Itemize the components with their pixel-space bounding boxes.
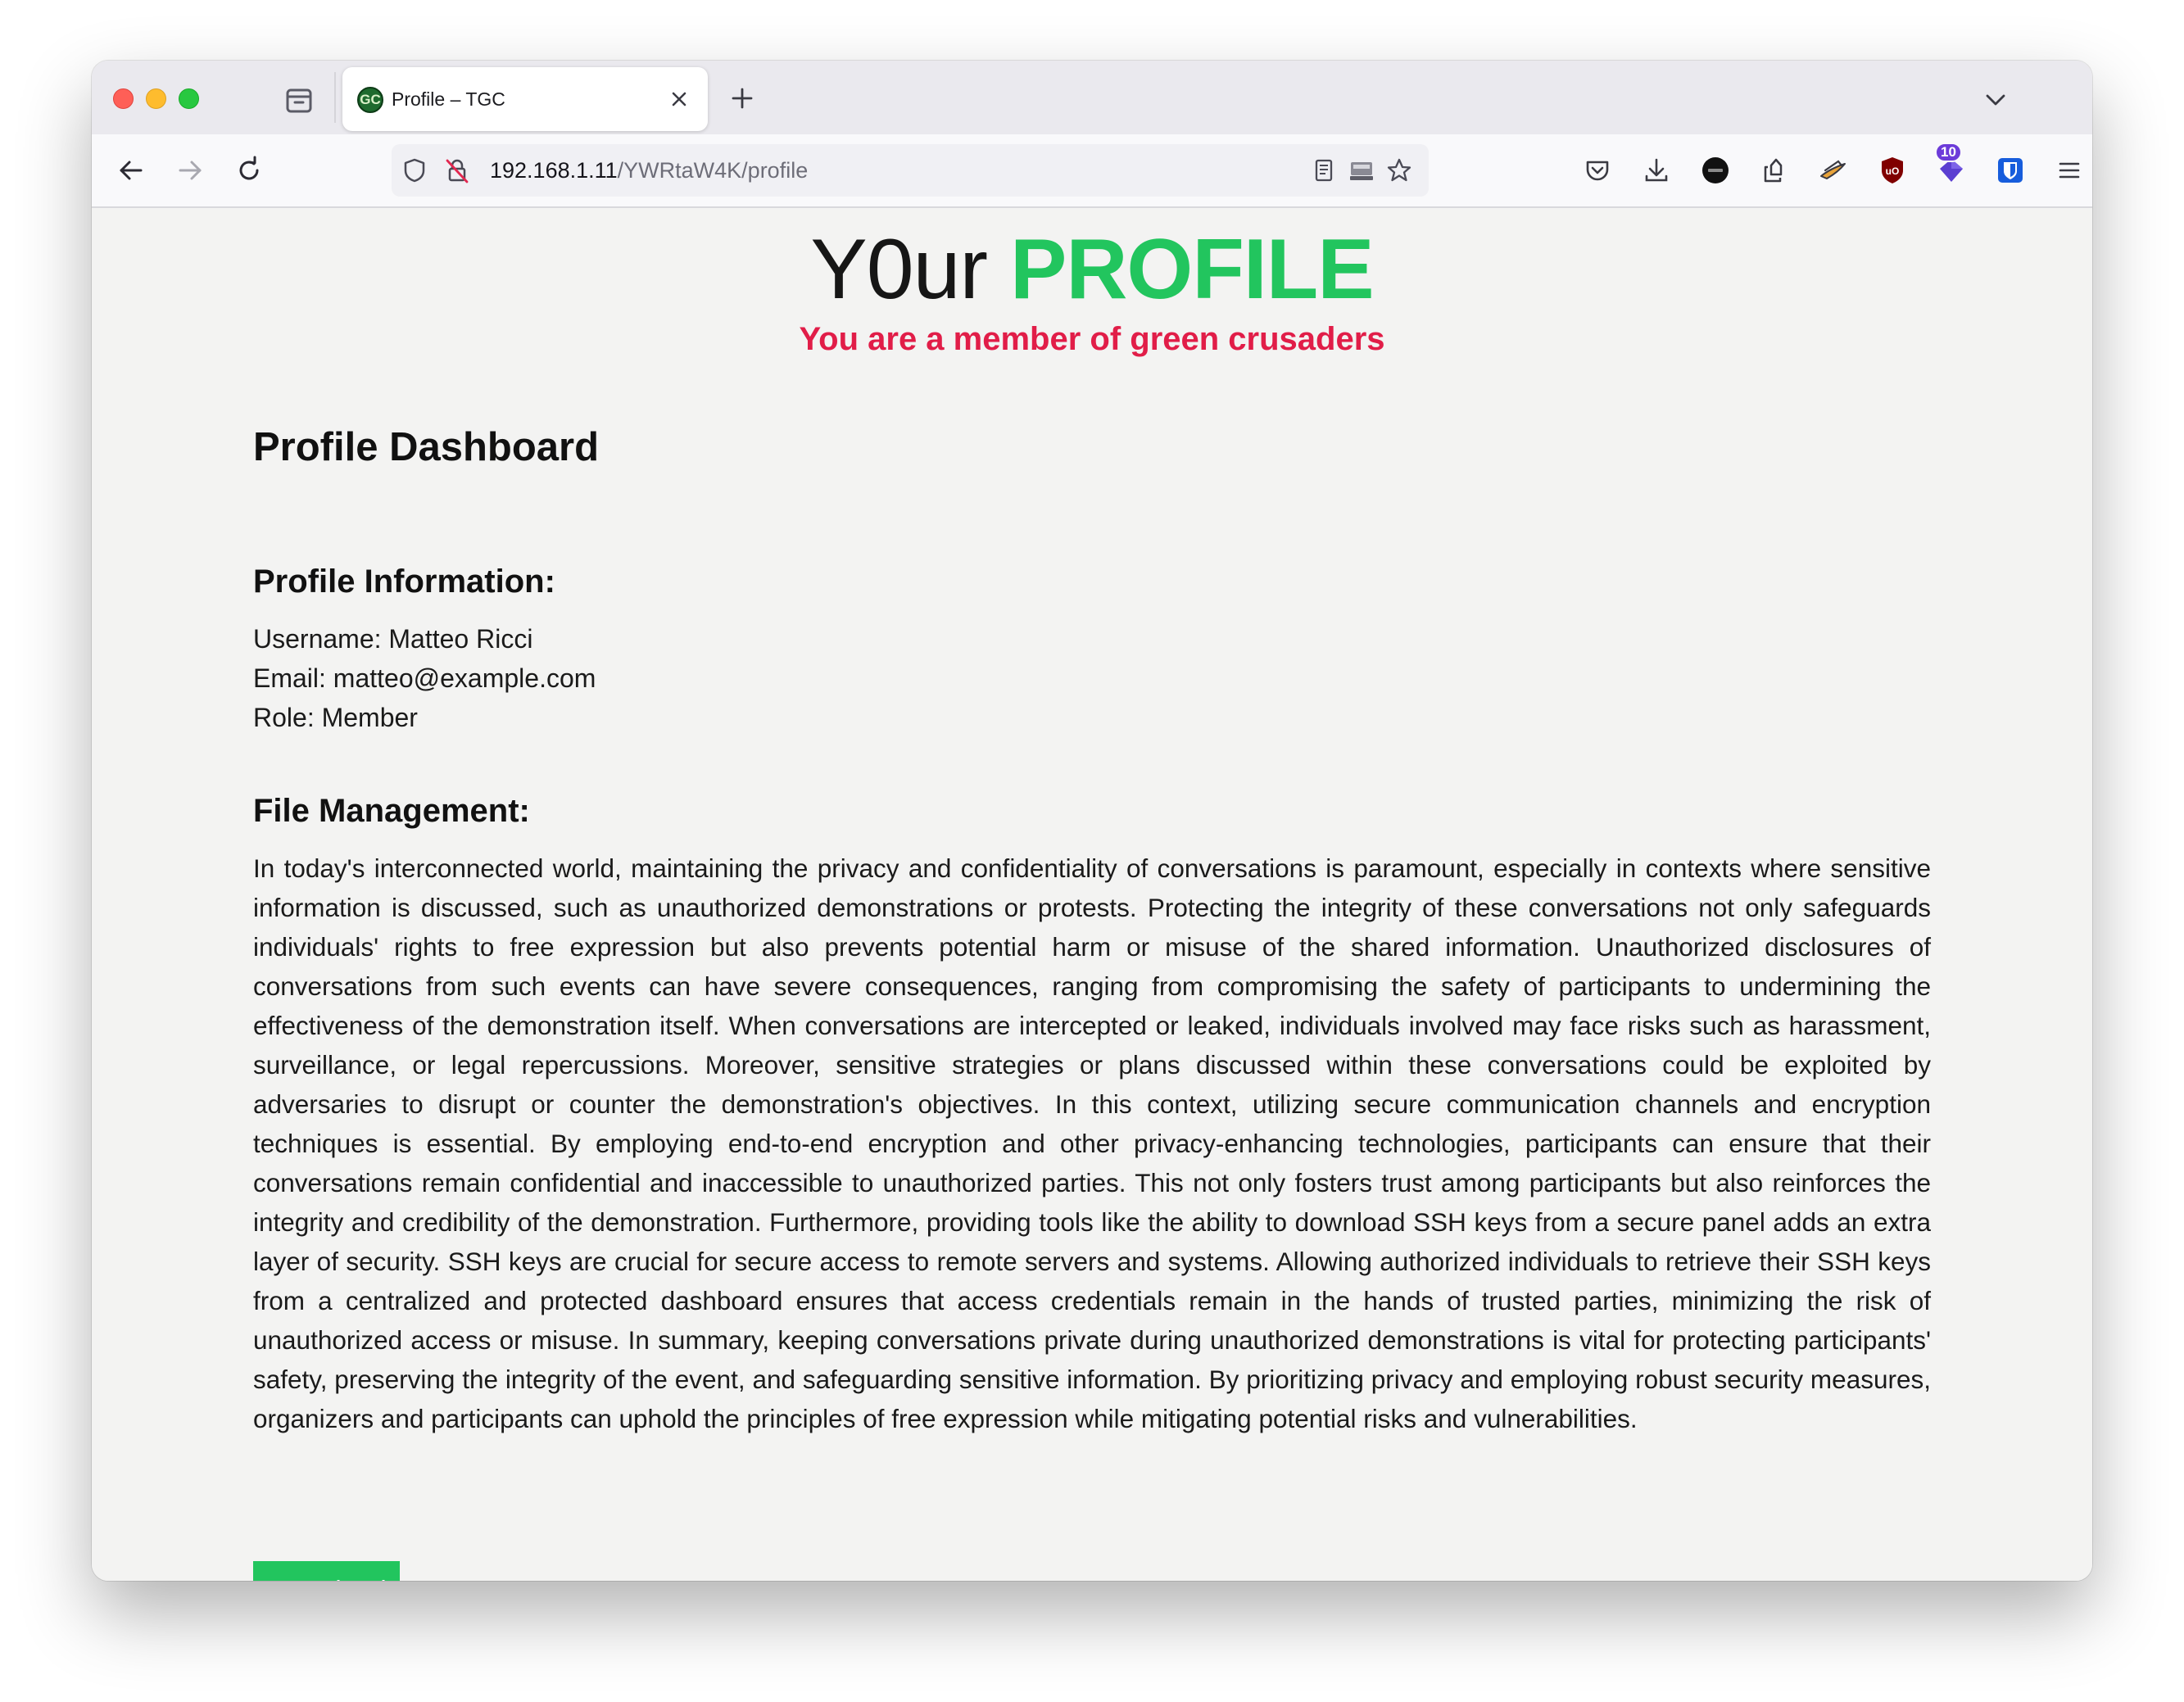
translate-page-icon[interactable]: [1347, 156, 1376, 185]
extension-badge: 10: [1935, 143, 1962, 162]
dashboard-title: Profile Dashboard: [253, 425, 600, 469]
bitwarden-icon[interactable]: [1994, 154, 2027, 187]
profile-info: Username: Matteo Ricci Email: matteo@exa…: [253, 619, 596, 737]
extension-dark-circle-icon[interactable]: [1699, 154, 1732, 187]
username-line: Username: Matteo Ricci: [253, 624, 533, 654]
new-tab-icon[interactable]: [727, 84, 757, 113]
site-favicon-icon: GC: [357, 87, 383, 113]
reload-icon[interactable]: [233, 154, 265, 187]
minimize-window-button[interactable]: [146, 88, 166, 109]
strip-separator: [334, 72, 336, 123]
pocket-icon[interactable]: [1581, 154, 1614, 187]
zoom-window-button[interactable]: [179, 88, 199, 109]
nav-toolbar: 192.168.1.11/YWRtaW4K/profile uO 10: [92, 134, 2092, 208]
file-management-heading: File Management:: [253, 793, 530, 829]
title-accent: PROFILE: [1009, 222, 1375, 317]
tab-manager-icon[interactable]: [282, 84, 316, 116]
role-line: Role: Member: [253, 703, 418, 732]
close-window-button[interactable]: [113, 88, 134, 109]
title-plain: Y0ur: [810, 222, 988, 317]
url-path: /YWRtaW4K/profile: [617, 158, 809, 183]
email-line: Email: matteo@example.com: [253, 663, 596, 693]
profile-info-heading: Profile Information:: [253, 564, 555, 600]
chevron-down-icon[interactable]: [1981, 85, 2010, 115]
bookmark-star-icon[interactable]: [1384, 156, 1414, 185]
page-title: Y0ur PROFILE: [92, 224, 2092, 315]
file-management-text: In today's interconnected world, maintai…: [253, 853, 1931, 1433]
close-tab-icon[interactable]: [665, 85, 693, 113]
browser-window: GC Profile – TGC 192.168.1.11/YWRtaW4K/p…: [92, 61, 2092, 1581]
back-arrow-icon[interactable]: [115, 154, 147, 187]
ublock-origin-icon[interactable]: uO: [1876, 154, 1909, 187]
url-bar[interactable]: 192.168.1.11/YWRtaW4K/profile: [392, 144, 1429, 197]
shield-icon[interactable]: [400, 156, 429, 185]
download-button[interactable]: Download: [253, 1561, 400, 1581]
forward-arrow-icon[interactable]: [174, 154, 206, 187]
reader-view-icon[interactable]: [1309, 156, 1339, 185]
page-content: Y0ur PROFILE You are a member of green c…: [92, 210, 2092, 1581]
tab-title: Profile – TGC: [392, 88, 505, 110]
membership-subtitle: You are a member of green crusaders: [799, 321, 1385, 357]
extension-bird-icon[interactable]: [1817, 154, 1850, 187]
tab-strip: GC Profile – TGC: [92, 61, 2092, 134]
svg-text:uO: uO: [1886, 165, 1900, 177]
share-extension-icon[interactable]: [1758, 154, 1791, 187]
url-text[interactable]: 192.168.1.11/YWRtaW4K/profile: [490, 158, 808, 183]
url-host: 192.168.1.11: [490, 158, 618, 183]
active-tab[interactable]: GC Profile – TGC: [342, 67, 708, 131]
insecure-lock-icon[interactable]: [442, 156, 472, 185]
hamburger-menu-icon[interactable]: [2053, 154, 2086, 187]
downloads-icon[interactable]: [1640, 154, 1673, 187]
